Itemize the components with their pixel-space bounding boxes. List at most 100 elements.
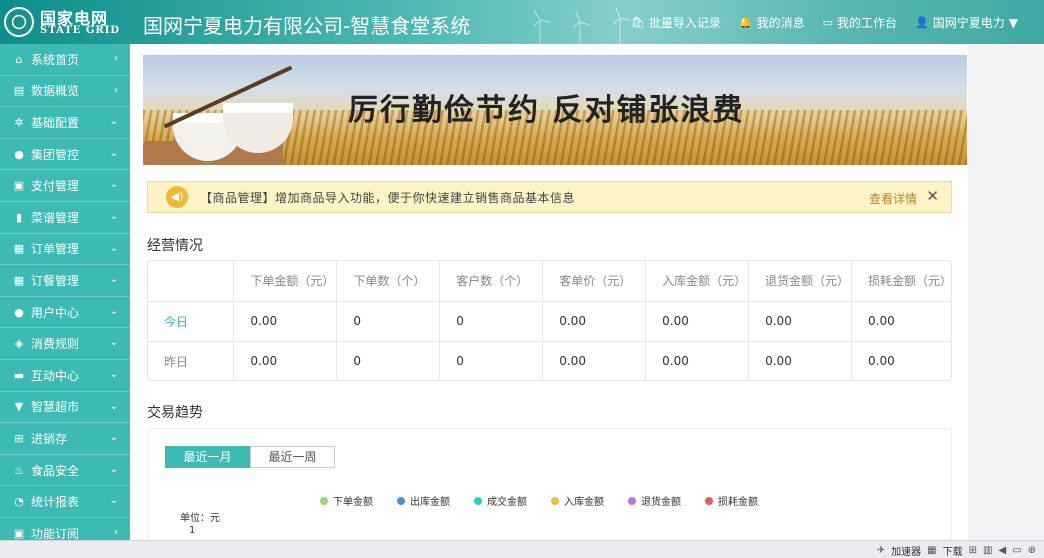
chevron-icon: ⌄ [109,179,118,191]
chevron-icon: › [114,53,118,64]
table-cell: 0.00 [233,301,338,342]
legend-item[interactable]: 退货金额 [628,493,681,508]
bell-icon: 🔔 [738,16,753,29]
wind-turbines-decoration [533,8,631,44]
user-icon: 👤 [915,16,929,29]
logo-en-text: STATE GRID [40,25,121,36]
legend-item[interactable]: 损耗金额 [705,493,758,508]
pie-chart-icon: ◔ [14,495,24,509]
sidebar-item[interactable]: ● 用户中心 ⌄ [0,297,130,329]
table-cell: 0.00 [748,341,853,380]
sidebar-item[interactable]: ✲ 基础配置 ⌄ [0,107,130,139]
sidebar-item-label: 订单管理 [31,242,80,257]
chevron-icon: ⌄ [109,305,118,317]
view-details-link[interactable]: 查看详情 [869,190,917,207]
my-messages-link[interactable]: 🔔 我的消息 [739,14,805,31]
sidebar-item[interactable]: ◈ 消费规则 ⌄ [0,328,130,360]
sidebar-item[interactable]: ● 集团管控 ⌄ [0,139,130,171]
main-content: 厉行勤俭节约 反对铺张浪费 ◀) 【商品管理】增加商品导入功能，便于你快速建立销… [130,44,968,540]
zoom-icon[interactable]: ⊕ [1028,545,1036,556]
sidebar-item-label: 统计报表 [31,495,80,510]
sidebar-item-label: 基础配置 [31,115,80,130]
sidebar-item[interactable]: ⌂ 系统首页 › [0,44,130,76]
legend-item[interactable]: 入库金额 [551,493,604,508]
sidebar-item-label: 食品安全 [31,463,80,478]
banner-image: 厉行勤俭节约 反对铺张浪费 [143,55,967,165]
chevron-icon: ⌄ [109,368,118,380]
legend-label: 成交金额 [487,497,527,508]
table-cell: 0 [439,341,544,380]
food-safety-icon: ♨ [14,463,24,477]
table-cell: 0.00 [542,341,647,380]
sidebar-item[interactable]: ▦ 订餐管理 ⌄ [0,265,130,297]
notice-bar: ◀) 【商品管理】增加商品导入功能，便于你快速建立销售商品基本信息 查看详情 ✕ [147,181,952,213]
sidebar-item[interactable]: ▼ 智慧超市 ⌄ [0,392,130,424]
payment-icon: ▣ [13,179,25,193]
user-menu[interactable]: 👤 国网宁夏电力 ▼ [915,14,1018,31]
screen-icon[interactable]: ▭ [1012,545,1021,556]
my-workbench-link[interactable]: ▭ 我的工作台 [823,14,897,31]
trend-tabs: 最近一月 最近一周 [165,446,335,468]
table-cell: 0 [336,301,441,342]
batch-import-link[interactable]: 🛍 批量导入记录 [631,14,721,31]
row-label-today[interactable]: 今日 [148,301,235,342]
browser-status-bar: ✈ 加速器 ▦ 下载 ⊞ ▥ ◀ ▭ ⊕ [0,540,1044,558]
operations-title: 经营情况 [147,238,203,254]
table-corner-cell [148,261,235,302]
sidebar-item-label: 系统首页 [31,52,80,67]
basket-icon: ▼ [14,400,24,414]
chevron-icon: ⌄ [109,116,118,128]
chat-icon: ▬ [13,368,25,382]
sidebar-nav: ⌂ 系统首页 › ▤ 数据概览 › ✲ 基础配置 ⌄ ● 集团管控 ⌄ ▣ 支付管理 ⌄ ▮ 菜谱管理 ⌄ ▦ 订单管… [0,44,130,540]
sidebar-item[interactable]: ▤ 数据概览 › [0,76,130,108]
add-icon[interactable]: ⊞ [969,545,977,556]
table-cell: 0 [439,301,544,342]
batch-import-label: 批量导入记录 [648,16,721,30]
legend-item[interactable]: 成交金额 [474,493,527,508]
row-label-yesterday[interactable]: 昨日 [148,341,235,380]
sidebar-item[interactable]: ◔ 统计报表 ⌄ [0,486,130,518]
banner-slogan: 厉行勤俭节约 反对铺张浪费 [348,93,745,128]
chevron-icon: › [114,84,118,96]
chevron-icon: ⌄ [109,147,118,159]
sidebar-item[interactable]: ♨ 食品安全 ⌄ [0,455,130,487]
sidebar-item[interactable]: ▣ 支付管理 ⌄ [0,170,130,202]
table-cell: 0.00 [645,301,750,342]
sidebar-item[interactable]: ▬ 互动中心 ⌄ [0,360,130,392]
system-title: 国网宁夏电力有限公司-智慧食堂系统 [143,14,471,38]
download-label[interactable]: 下载 [943,543,963,558]
home-icon: ⌂ [15,52,23,66]
sidebar-item-label: 数据概览 [31,84,80,99]
legend-dot-icon [551,496,559,505]
sidebar-item-label: 互动中心 [31,368,80,383]
trash-icon[interactable]: ▥ [983,545,992,556]
my-messages-label: 我的消息 [756,16,805,30]
sidebar-item-label: 支付管理 [31,179,80,194]
user-icon: ● [14,147,24,161]
legend-item[interactable]: 出库金额 [397,493,450,508]
column-header: 下单金额（元） [233,261,338,302]
menu-book-icon: ▮ [15,210,23,224]
sidebar-item-label: 功能订阅 [31,526,80,540]
tab-last-week[interactable]: 最近一周 [250,446,335,468]
user-center-icon: ● [14,305,24,319]
state-grid-logo[interactable]: 国家电网 STATE GRID [4,4,130,40]
volume-icon[interactable]: ◀ [998,545,1006,556]
close-icon[interactable]: ✕ [926,187,939,205]
trend-title: 交易趋势 [147,405,203,421]
sidebar-item[interactable]: ▦ 订单管理 ⌄ [0,234,130,266]
legend-item[interactable]: 下单金额 [320,493,373,508]
accelerator-label[interactable]: 加速器 [891,543,921,558]
sidebar-item[interactable]: ⊞ 进销存 ⌄ [0,423,130,455]
sidebar-item[interactable]: ▮ 菜谱管理 ⌄ [0,202,130,234]
feature-icon: ▣ [13,526,25,540]
table-row: 昨日 0.00 0 0 0.00 0.00 0.00 0.00 [148,341,951,380]
status-bar-tools: ✈ 加速器 ▦ 下载 ⊞ ▥ ◀ ▭ ⊕ [877,543,1036,558]
my-workbench-label: 我的工作台 [837,16,898,30]
sidebar-item[interactable]: ▣ 功能订阅 › [0,518,130,540]
tab-last-month[interactable]: 最近一月 [165,446,250,468]
y-axis-tick: 1 [189,525,196,536]
trend-chart-card: 最近一月 最近一周 下单金额 出库金额 成交金额 入库金额 退货金额 损耗金额 单位：元 … [147,428,952,540]
column-header: 入库金额（元） [645,261,750,302]
sidebar-item-label: 用户中心 [31,305,80,320]
